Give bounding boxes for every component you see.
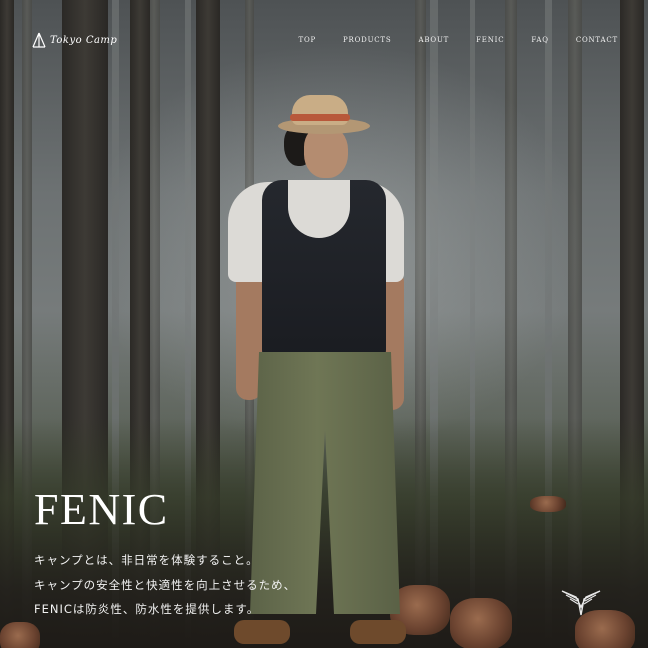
nav-about[interactable]: ABOUT [419, 36, 450, 44]
nav-contact[interactable]: CONTACT [576, 36, 618, 44]
log [0, 622, 40, 648]
log [450, 598, 512, 648]
site-logo[interactable]: Tokyo Camp [32, 32, 117, 48]
hero-line: FENICは防炎性、防水性を提供します。 [34, 602, 260, 616]
log [530, 496, 566, 512]
nav-top[interactable]: TOP [299, 36, 317, 44]
hero-line: キャンプの安全性と快適性を向上させるため、 [34, 577, 297, 592]
hero-title: FENIC [34, 485, 169, 534]
tent-icon [32, 32, 46, 48]
nav-fenic[interactable]: FENIC [476, 36, 504, 44]
logo-text: Tokyo Camp [50, 34, 118, 46]
nav-faq[interactable]: FAQ [531, 36, 548, 44]
nav-products[interactable]: PRODUCTS [343, 36, 391, 44]
site-header: Tokyo Camp TOP PRODUCTS ABOUT FENIC FAQ … [0, 0, 648, 82]
main-nav: TOP PRODUCTS ABOUT FENIC FAQ CONTACT [299, 36, 618, 44]
wing-emblem-icon [561, 590, 601, 616]
hero-copy: キャンプとは、非日常を体験すること。 キャンプの安全性と快適性を向上させるため、… [34, 548, 296, 622]
hero-line: キャンプとは、非日常を体験すること。 [34, 553, 259, 567]
